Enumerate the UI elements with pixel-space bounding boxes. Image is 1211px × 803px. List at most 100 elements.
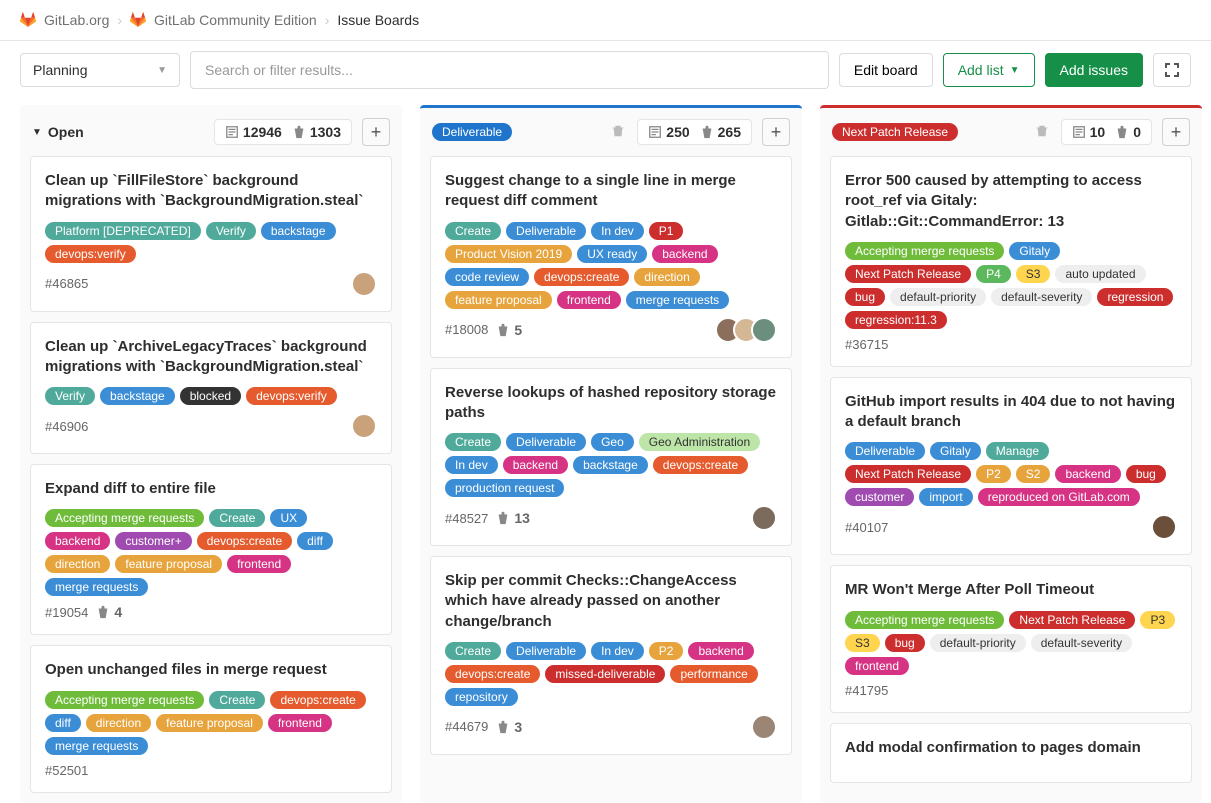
- issue-label[interactable]: regression:11.3: [845, 311, 947, 329]
- issue-label[interactable]: Deliverable: [506, 642, 586, 660]
- issue-card[interactable]: Add modal confirmation to pages domain: [830, 723, 1192, 783]
- issue-label[interactable]: backstage: [100, 387, 175, 405]
- issue-label[interactable]: UX: [270, 509, 307, 527]
- issue-label[interactable]: regression: [1097, 288, 1173, 306]
- issue-label[interactable]: customer+: [115, 532, 191, 550]
- board-selector[interactable]: Planning ▼: [20, 53, 180, 87]
- issue-label[interactable]: Manage: [986, 442, 1049, 460]
- issue-label[interactable]: Verify: [45, 387, 95, 405]
- issue-card[interactable]: Clean up `FillFileStore` background migr…: [30, 156, 392, 312]
- issue-label[interactable]: Geo Administration: [639, 433, 760, 451]
- issue-card[interactable]: Error 500 caused by attempting to access…: [830, 156, 1192, 367]
- issue-label[interactable]: default-priority: [930, 634, 1026, 652]
- issue-label[interactable]: Next Patch Release: [845, 465, 971, 483]
- add-issues-button[interactable]: Add issues: [1045, 53, 1143, 87]
- issue-label[interactable]: backend: [45, 532, 110, 550]
- issue-label[interactable]: Deliverable: [506, 433, 586, 451]
- issue-label[interactable]: Geo: [591, 433, 634, 451]
- issue-label[interactable]: bug: [845, 288, 885, 306]
- issue-card[interactable]: Suggest change to a single line in merge…: [430, 156, 792, 358]
- edit-board-button[interactable]: Edit board: [839, 53, 933, 87]
- assignee-avatar[interactable]: [351, 413, 377, 439]
- issue-label[interactable]: P3: [1140, 611, 1175, 629]
- issue-label[interactable]: repository: [445, 688, 518, 706]
- issue-label[interactable]: performance: [670, 665, 757, 683]
- issue-label[interactable]: feature proposal: [115, 555, 222, 573]
- issue-label[interactable]: backend: [503, 456, 568, 474]
- issue-label[interactable]: Create: [445, 222, 501, 240]
- issue-label[interactable]: Product Vision 2019: [445, 245, 572, 263]
- issue-label[interactable]: S3: [1016, 265, 1051, 283]
- assignee-avatar[interactable]: [751, 317, 777, 343]
- issue-label[interactable]: merge requests: [626, 291, 729, 309]
- issue-label[interactable]: Accepting merge requests: [845, 242, 1004, 260]
- issue-card[interactable]: Expand diff to entire fileAccepting merg…: [30, 464, 392, 635]
- issue-label[interactable]: Gitaly: [1009, 242, 1060, 260]
- add-card-button[interactable]: +: [362, 118, 390, 146]
- issue-label[interactable]: Platform [DEPRECATED]: [45, 222, 201, 240]
- issue-label[interactable]: Deliverable: [845, 442, 925, 460]
- issue-label[interactable]: reproduced on GitLab.com: [978, 488, 1140, 506]
- issue-label[interactable]: import: [919, 488, 972, 506]
- issue-label[interactable]: devops:verify: [45, 245, 136, 263]
- issue-label[interactable]: P4: [976, 265, 1011, 283]
- issue-label[interactable]: S3: [845, 634, 880, 652]
- issue-card[interactable]: Clean up `ArchiveLegacyTraces` backgroun…: [30, 322, 392, 455]
- issue-label[interactable]: customer: [845, 488, 914, 506]
- issue-label[interactable]: Create: [209, 509, 265, 527]
- issue-label[interactable]: direction: [634, 268, 699, 286]
- fullscreen-button[interactable]: [1153, 53, 1191, 87]
- issue-label[interactable]: Accepting merge requests: [45, 509, 204, 527]
- issue-label[interactable]: code review: [445, 268, 529, 286]
- issue-label[interactable]: In dev: [591, 222, 644, 240]
- issue-label[interactable]: blocked: [180, 387, 241, 405]
- cards-list[interactable]: Clean up `FillFileStore` background migr…: [20, 156, 402, 803]
- issue-label[interactable]: production request: [445, 479, 564, 497]
- cards-list[interactable]: Suggest change to a single line in merge…: [420, 156, 802, 765]
- cards-list[interactable]: Error 500 caused by attempting to access…: [820, 156, 1202, 793]
- assignee-avatar[interactable]: [751, 714, 777, 740]
- issue-label[interactable]: Create: [445, 433, 501, 451]
- issue-label[interactable]: diff: [297, 532, 333, 550]
- issue-label[interactable]: missed-deliverable: [545, 665, 665, 683]
- assignee-avatar[interactable]: [351, 271, 377, 297]
- issue-label[interactable]: P2: [976, 465, 1011, 483]
- issue-label[interactable]: devops:verify: [246, 387, 337, 405]
- issue-label[interactable]: bug: [885, 634, 925, 652]
- issue-label[interactable]: merge requests: [45, 737, 148, 755]
- issue-card[interactable]: Open unchanged files in merge requestAcc…: [30, 645, 392, 792]
- collapse-caret-icon[interactable]: ▼: [32, 127, 42, 138]
- issue-label[interactable]: In dev: [591, 642, 644, 660]
- issue-label[interactable]: Next Patch Release: [845, 265, 971, 283]
- delete-list-button[interactable]: [609, 122, 627, 143]
- breadcrumb-group[interactable]: GitLab.org: [44, 12, 109, 28]
- issue-label[interactable]: Create: [209, 691, 265, 709]
- issue-label[interactable]: backstage: [573, 456, 648, 474]
- issue-label[interactable]: Next Patch Release: [1009, 611, 1135, 629]
- issue-label[interactable]: frontend: [557, 291, 621, 309]
- issue-label[interactable]: Accepting merge requests: [845, 611, 1004, 629]
- issue-label[interactable]: diff: [45, 714, 81, 732]
- breadcrumb-project[interactable]: GitLab Community Edition: [154, 12, 317, 28]
- issue-label[interactable]: feature proposal: [445, 291, 552, 309]
- issue-label[interactable]: feature proposal: [156, 714, 263, 732]
- issue-label[interactable]: backend: [652, 245, 717, 263]
- issue-label[interactable]: devops:create: [445, 665, 540, 683]
- add-card-button[interactable]: +: [762, 118, 790, 146]
- issue-label[interactable]: frontend: [268, 714, 332, 732]
- issue-label[interactable]: UX ready: [577, 245, 647, 263]
- issue-label[interactable]: direction: [45, 555, 110, 573]
- issue-label[interactable]: backend: [1055, 465, 1120, 483]
- issue-card[interactable]: GitHub import results in 404 due to not …: [830, 377, 1192, 556]
- delete-list-button[interactable]: [1033, 122, 1051, 143]
- issue-label[interactable]: backstage: [261, 222, 336, 240]
- issue-label[interactable]: devops:create: [197, 532, 292, 550]
- issue-label[interactable]: auto updated: [1055, 265, 1145, 283]
- assignee-avatar[interactable]: [751, 505, 777, 531]
- issue-label[interactable]: Deliverable: [506, 222, 586, 240]
- issue-label[interactable]: In dev: [445, 456, 498, 474]
- issue-label[interactable]: Verify: [206, 222, 256, 240]
- assignee-avatar[interactable]: [1151, 514, 1177, 540]
- issue-label[interactable]: frontend: [227, 555, 291, 573]
- issue-label[interactable]: direction: [86, 714, 151, 732]
